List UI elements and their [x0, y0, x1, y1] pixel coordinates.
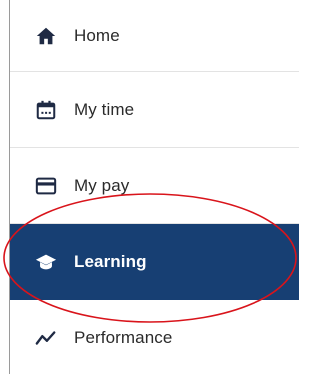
nav-item-label: Home — [74, 25, 120, 45]
nav-item-my-pay[interactable]: My pay — [10, 148, 299, 224]
nav-item-learning[interactable]: Learning — [10, 224, 299, 300]
graduation-cap-icon — [34, 250, 58, 274]
nav-item-label: My pay — [74, 175, 130, 195]
sidebar-nav: Home My time My pay Learning Performance — [10, 0, 299, 374]
credit-card-icon — [34, 174, 58, 198]
home-icon — [34, 24, 58, 48]
trend-line-icon — [34, 326, 58, 350]
calendar-icon — [34, 98, 58, 122]
nav-item-home[interactable]: Home — [10, 0, 299, 72]
nav-item-label: My time — [74, 99, 135, 119]
navigation-panel: Home My time My pay Learning Performance — [0, 0, 299, 374]
nav-item-label: Performance — [74, 328, 173, 347]
nav-item-label: Learning — [74, 251, 147, 271]
nav-item-performance[interactable]: Performance — [10, 300, 299, 374]
nav-item-my-time[interactable]: My time — [10, 72, 299, 148]
